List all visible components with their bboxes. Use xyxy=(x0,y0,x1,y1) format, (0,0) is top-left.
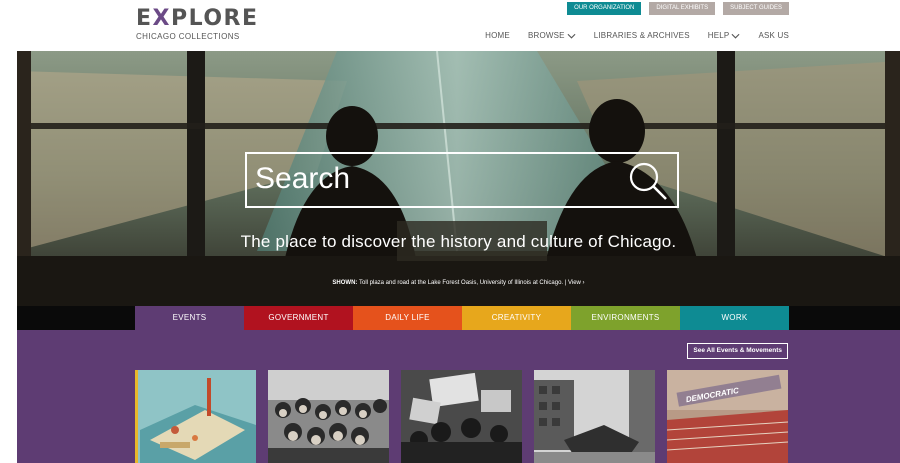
event-thumbnails: DEMOCRATIC xyxy=(135,370,788,463)
democratic-convention-thumbnail[interactable]: DEMOCRATIC xyxy=(667,370,788,463)
search-placeholder: Search xyxy=(255,162,351,195)
logo-title: EXPLORE xyxy=(136,6,259,31)
utility-buttons: OUR ORGANIZATION DIGITAL EXHIBITS SUBJEC… xyxy=(567,2,789,15)
nav-help[interactable]: HELP xyxy=(708,31,741,40)
chevron-right-icon: › xyxy=(580,280,585,286)
photo-caption: SHOWN: Toll plaza and road at the Lake F… xyxy=(332,280,585,286)
events-section: See All Events & Movements DEMOCRATIC xyxy=(17,330,900,463)
chevron-down-icon xyxy=(567,33,576,39)
hero-banner: Search The place to discover the history… xyxy=(17,51,900,306)
see-all-events-button[interactable]: See All Events & Movements xyxy=(687,343,788,359)
chevron-down-icon xyxy=(731,33,740,39)
view-photo-link[interactable]: View xyxy=(568,280,581,286)
tab-environments[interactable]: ENVIRONMENTS xyxy=(571,306,680,330)
tab-work[interactable]: WORK xyxy=(680,306,789,330)
digital-exhibits-button[interactable]: DIGITAL EXHIBITS xyxy=(649,2,716,15)
logo-subtitle: CHICAGO COLLECTIONS xyxy=(136,32,240,41)
search-icon[interactable] xyxy=(627,160,669,202)
nav-browse[interactable]: BROWSE xyxy=(528,31,576,40)
nav-libraries-archives[interactable]: LIBRARIES & ARCHIVES xyxy=(594,31,690,40)
our-organization-button[interactable]: OUR ORGANIZATION xyxy=(567,2,642,15)
nav-home[interactable]: HOME xyxy=(485,31,510,40)
category-tabs-bar: EVENTS GOVERNMENT DAILY LIFE CREATIVITY … xyxy=(17,306,900,330)
search-input[interactable]: Search xyxy=(245,152,679,208)
tab-government[interactable]: GOVERNMENT xyxy=(244,306,353,330)
site-header: EXPLORE CHICAGO COLLECTIONS OUR ORGANIZA… xyxy=(0,0,900,51)
tab-creativity[interactable]: CREATIVITY xyxy=(462,306,571,330)
nav-ask-us[interactable]: ASK US xyxy=(758,31,789,40)
tab-daily-life[interactable]: DAILY LIFE xyxy=(353,306,462,330)
building-wreck-thumbnail[interactable] xyxy=(534,370,655,463)
hero-tagline: The place to discover the history and cu… xyxy=(240,232,677,251)
category-tabs: EVENTS GOVERNMENT DAILY LIFE CREATIVITY … xyxy=(135,306,789,330)
crowd-of-children-thumbnail[interactable] xyxy=(268,370,389,463)
world-fair-aerial-thumbnail[interactable] xyxy=(135,370,256,463)
tab-events[interactable]: EVENTS xyxy=(135,306,244,330)
main-nav: HOME BROWSE LIBRARIES & ARCHIVES HELP AS… xyxy=(485,31,789,40)
subject-guides-button[interactable]: SUBJECT GUIDES xyxy=(723,2,789,15)
labor-protest-thumbnail[interactable] xyxy=(401,370,522,463)
site-logo[interactable]: EXPLORE CHICAGO COLLECTIONS xyxy=(136,6,259,42)
